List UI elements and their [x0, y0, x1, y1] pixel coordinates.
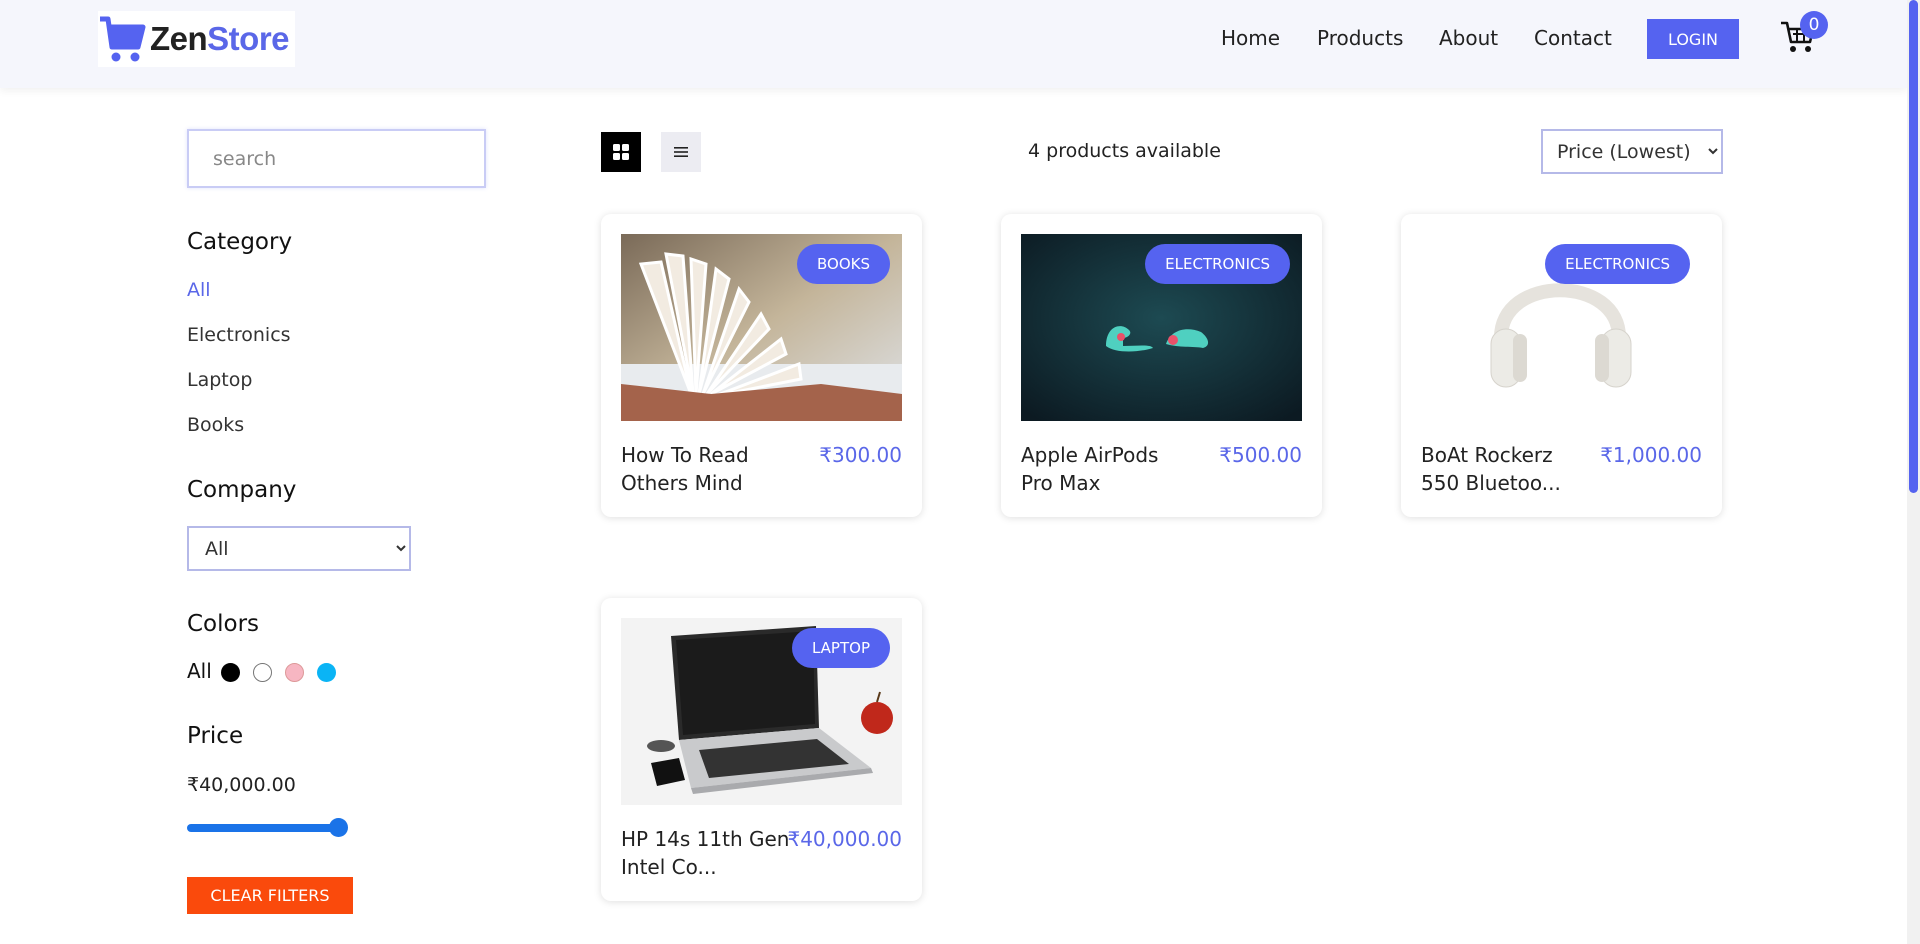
site-header: ZenStore Home Products About Contact LOG…: [0, 0, 1907, 88]
category-laptop[interactable]: Laptop: [187, 369, 252, 391]
product-card[interactable]: LAPTOP HP 14s 11th Gen Intel Co... ₹40,0…: [601, 598, 922, 901]
search-input[interactable]: [187, 129, 486, 188]
color-swatch-black[interactable]: [221, 663, 240, 682]
product-count: 4 products available: [1028, 140, 1221, 162]
category-heading: Category: [187, 229, 293, 255]
company-heading: Company: [187, 477, 297, 503]
product-price: ₹300.00: [819, 443, 902, 467]
product-name: How To Read Others Mind: [621, 443, 749, 495]
category-electronics[interactable]: Electronics: [187, 324, 291, 346]
price-slider-track[interactable]: [187, 824, 339, 832]
product-name: BoAt Rockerz 550 Bluetoo...: [1421, 443, 1561, 495]
shopping-cart-icon: [100, 16, 146, 62]
brand-name-first: Zen: [150, 20, 208, 57]
list-icon: [674, 147, 688, 157]
price-slider-thumb[interactable]: [329, 818, 348, 837]
grid-icon: [613, 144, 629, 160]
product-price: ₹1,000.00: [1600, 443, 1702, 467]
category-all[interactable]: All: [187, 279, 211, 301]
category-badge: BOOKS: [797, 244, 890, 284]
colors-heading: Colors: [187, 611, 260, 637]
color-swatch-white[interactable]: [253, 663, 272, 682]
category-books[interactable]: Books: [187, 414, 244, 436]
category-badge: ELECTRONICS: [1545, 244, 1690, 284]
product-name: Apple AirPods Pro Max: [1021, 443, 1159, 495]
nav-contact[interactable]: Contact: [1534, 26, 1612, 50]
login-button[interactable]: LOGIN: [1647, 19, 1739, 59]
list-view-button[interactable]: [661, 132, 701, 172]
product-card[interactable]: BOOKS How To Read Others Mind ₹300.00: [601, 214, 922, 517]
sort-select[interactable]: Price (Lowest): [1541, 129, 1723, 174]
product-price: ₹40,000.00: [787, 827, 902, 851]
price-value: ₹40,000.00: [187, 774, 296, 796]
product-card[interactable]: ELECTRONICS Apple AirPods Pro Max ₹500.0…: [1001, 214, 1322, 517]
price-heading: Price: [187, 723, 244, 749]
color-swatch-blue[interactable]: [317, 663, 336, 682]
scrollbar-thumb[interactable]: [1909, 0, 1918, 493]
nav-home[interactable]: Home: [1221, 26, 1280, 50]
color-filter-all[interactable]: All: [187, 659, 212, 683]
color-swatch-pink[interactable]: [285, 663, 304, 682]
brand-name: ZenStore: [150, 20, 290, 58]
brand-logo[interactable]: ZenStore: [98, 11, 295, 67]
nav-about[interactable]: About: [1439, 26, 1498, 50]
grid-view-button[interactable]: [601, 132, 641, 172]
cart-count-badge: 0: [1800, 11, 1828, 39]
clear-filters-button[interactable]: CLEAR FILTERS: [187, 877, 353, 914]
product-name: HP 14s 11th Gen Intel Co...: [621, 827, 790, 879]
product-price: ₹500.00: [1219, 443, 1302, 467]
brand-name-second: Store: [207, 20, 290, 57]
category-badge: LAPTOP: [791, 628, 890, 668]
product-card[interactable]: ELECTRONICS BoAt Rockerz 550 Bluetoo... …: [1401, 214, 1722, 517]
category-badge: ELECTRONICS: [1145, 244, 1290, 284]
company-select[interactable]: All: [187, 526, 411, 571]
nav-products[interactable]: Products: [1317, 26, 1403, 50]
